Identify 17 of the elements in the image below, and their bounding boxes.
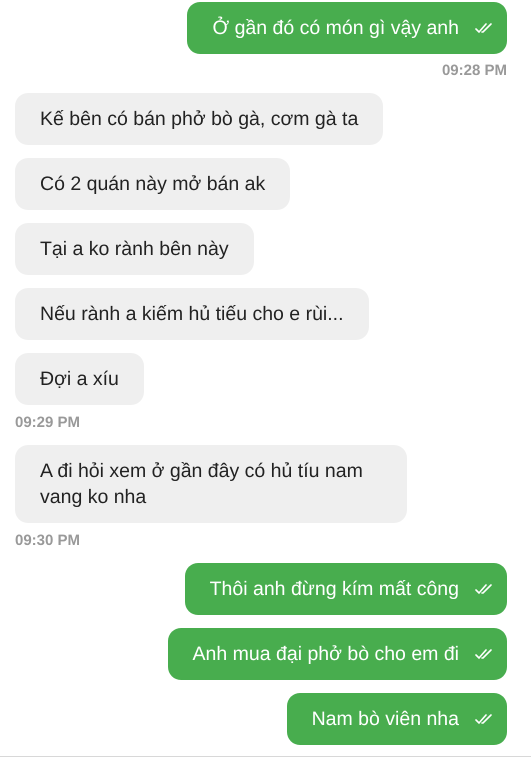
received-message: Có 2 quán này mở bán ak [15, 158, 290, 210]
double-check-icon [475, 713, 493, 725]
received-message: A đi hỏi xem ở gần đây có hủ tíu nam vang ko nha [15, 445, 407, 523]
message-time: 09:30 PM [15, 532, 80, 549]
received-message: Kế bên có bán phở bò gà, cơm gà ta [15, 93, 384, 145]
message-time: 09:28 PM [442, 62, 507, 79]
received-message: Nếu rành a kiếm hủ tiếu cho e rùi... [15, 288, 368, 340]
double-check-icon [475, 22, 493, 34]
sent-message: Ở gần đó có món gì vậy anh [187, 2, 507, 54]
sent-message: Anh mua đại phở bò cho em đi [168, 628, 507, 680]
message-time: 09:29 PM [15, 414, 80, 431]
received-message: Đợi a xíu [15, 353, 144, 405]
double-check-icon [475, 648, 493, 660]
sent-message: Thôi anh đừng kím mất công [184, 563, 507, 615]
received-message: Tại a ko rành bên này [15, 223, 254, 275]
sent-message: Nam bò viên nha [286, 693, 507, 745]
double-check-icon [475, 583, 493, 595]
